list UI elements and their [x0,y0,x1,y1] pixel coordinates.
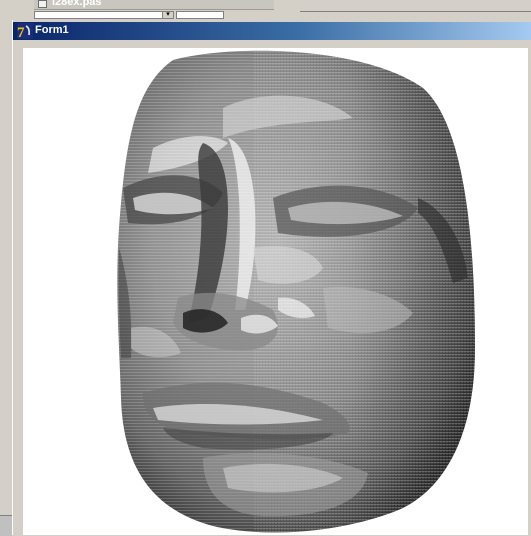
title-bar[interactable]: 7 Form1 [13,22,531,40]
document-icon [38,0,47,8]
render-canvas[interactable] [23,48,528,535]
divider [300,11,531,12]
object-combo[interactable] [34,11,174,19]
window-title: Form1 [35,24,69,36]
left-scrollbar[interactable] [0,515,12,536]
delphi-7-icon: 7 [17,23,33,39]
left-panel-edge [0,20,12,535]
form-window: 7 Form1 [12,20,531,535]
face-render-image [117,50,476,533]
chevron-down-icon[interactable]: ▾ [162,11,174,19]
svg-text:7: 7 [17,25,25,39]
method-combo[interactable] [176,11,224,19]
ide-editor-strip: i28ex.pas ▾ [0,0,531,20]
file-tab-label[interactable]: i28ex.pas [52,0,102,8]
